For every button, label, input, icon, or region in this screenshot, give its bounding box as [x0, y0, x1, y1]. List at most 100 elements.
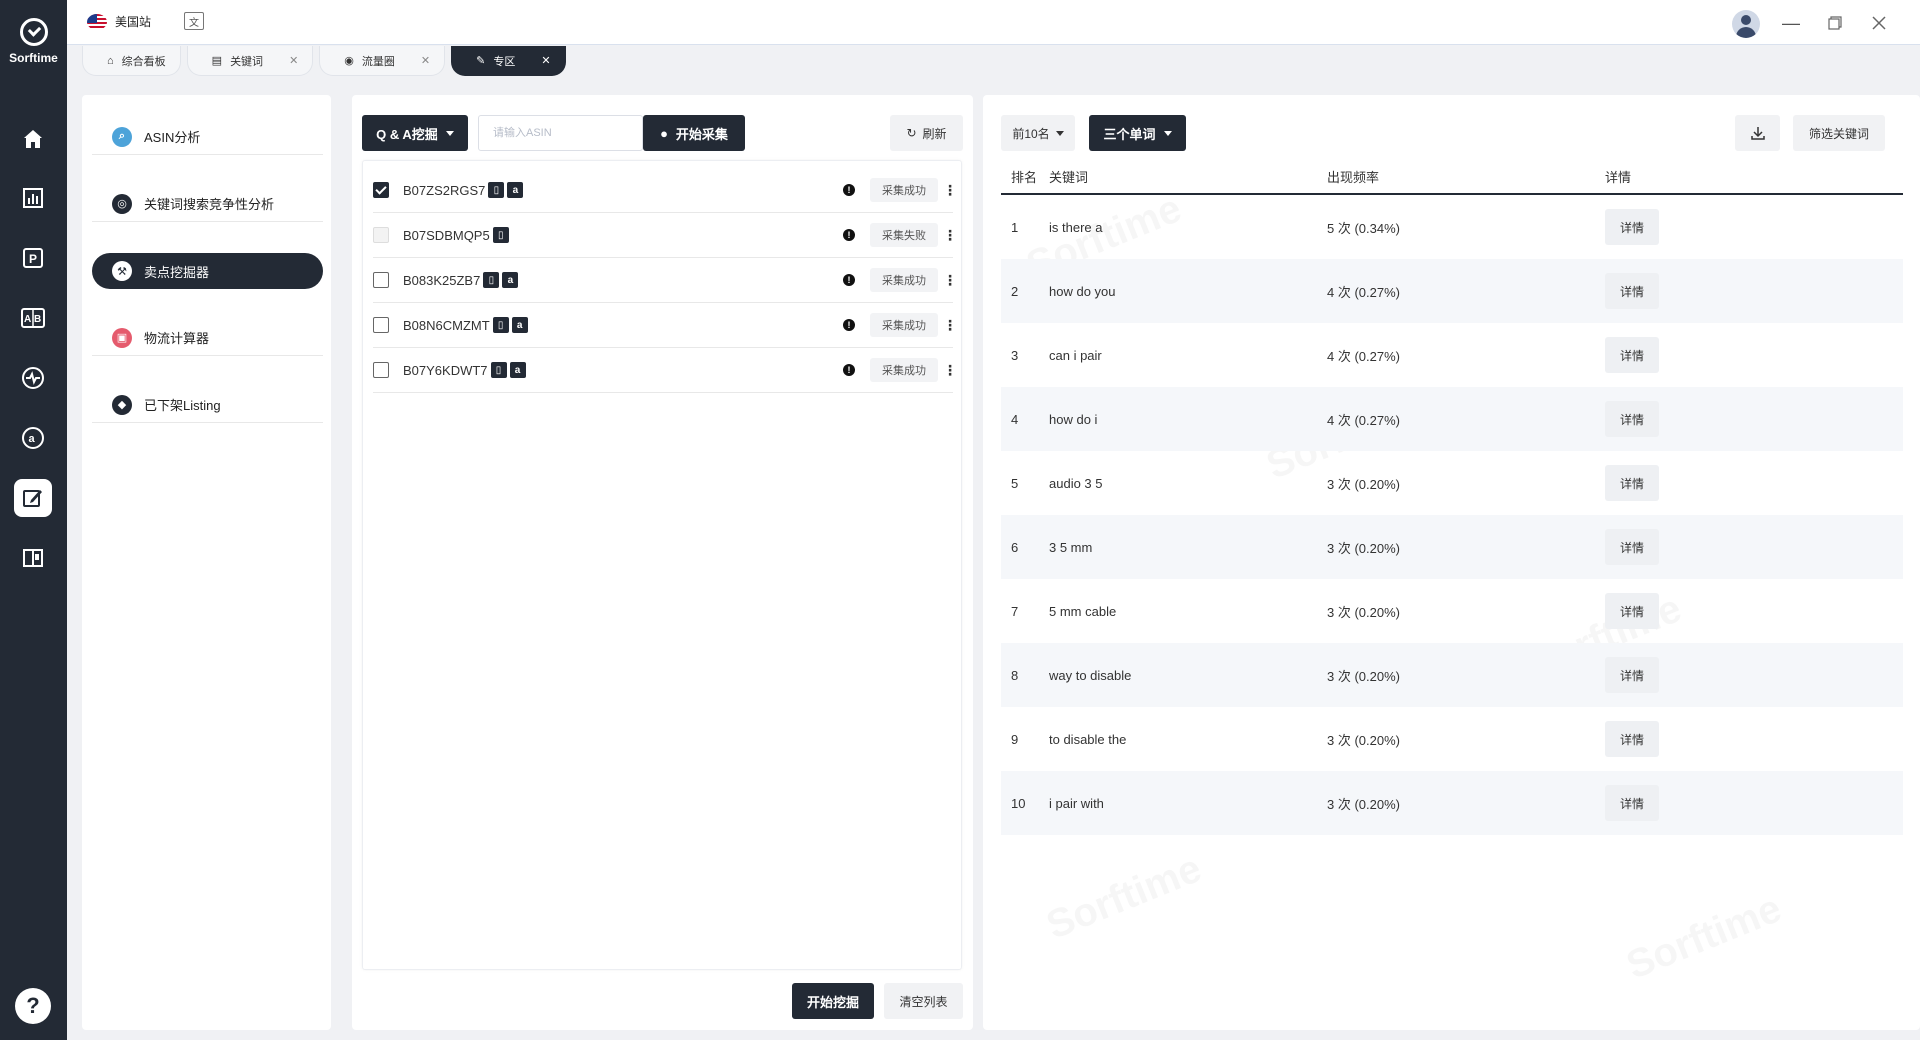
amazon-icon[interactable]: a [502, 272, 519, 288]
nav-p[interactable]: P [14, 239, 52, 277]
svg-text:B: B [34, 314, 41, 325]
detail-button[interactable]: 详情 [1605, 401, 1659, 437]
more-icon[interactable]: ⋮ [943, 317, 957, 334]
phone-icon[interactable]: ▯ [492, 317, 509, 333]
cell-frequency: 4 次 (0.27%) [1327, 284, 1400, 300]
status-badge: 采集成功 [870, 313, 938, 337]
list-item[interactable]: B07SDBMQP5 ▯ ! 采集失败 ⋮ [373, 213, 957, 258]
alert-icon[interactable]: ! [843, 184, 855, 196]
phone-icon[interactable]: ▯ [483, 272, 500, 288]
nav-statistics[interactable] [14, 179, 52, 217]
more-icon[interactable]: ⋮ [943, 362, 957, 379]
amazon-icon: a [22, 427, 44, 449]
user-avatar[interactable] [1732, 10, 1760, 38]
tab-dashboard[interactable]: ⌂ 综合看板 [82, 46, 181, 76]
tab-label: 流量圈 [361, 55, 395, 68]
list-item[interactable]: B07ZS2RGS7 ▯ a ! 采集成功 ⋮ [373, 168, 957, 213]
mode-select[interactable]: Q & A挖掘 [362, 115, 468, 151]
word-count-select[interactable]: 三个单词 [1089, 115, 1186, 151]
download-button[interactable] [1735, 115, 1780, 151]
alert-icon[interactable]: ! [843, 319, 855, 331]
alert-icon[interactable]: ! [843, 229, 855, 241]
detail-button[interactable]: 详情 [1605, 657, 1659, 693]
nav-ab-test[interactable]: AB [14, 299, 52, 337]
close-tab-icon[interactable]: ✕ [421, 54, 430, 67]
table-row: 7 5 mm cable 3 次 (0.20%) 详情 [1001, 579, 1903, 643]
row-checkbox[interactable] [373, 362, 389, 378]
minimize-icon[interactable]: — [1778, 10, 1804, 36]
amazon-icon[interactable]: a [509, 362, 526, 378]
cell-rank: 9 [1011, 731, 1019, 747]
table-row: 10 i pair with 3 次 (0.20%) 详情 [1001, 771, 1903, 835]
menu-item-selling-point-miner[interactable]: ⚒ 卖点挖掘器 [92, 253, 323, 289]
row-checkbox[interactable] [373, 317, 389, 333]
detail-button[interactable]: 详情 [1605, 273, 1659, 309]
more-icon[interactable]: ⋮ [943, 182, 957, 199]
nav-book[interactable] [14, 539, 52, 577]
cell-keyword: is there a [1049, 219, 1103, 235]
nav-edit[interactable] [14, 479, 52, 517]
table-row: 6 3 5 mm 3 次 (0.20%) 详情 [1001, 515, 1903, 579]
cell-keyword: can i pair [1049, 347, 1102, 363]
start-collect-button[interactable]: ● 开始采集 [643, 115, 745, 151]
phone-icon[interactable]: ▯ [488, 182, 505, 198]
menu-item-logistics-calculator[interactable]: ▣ 物流计算器 [92, 320, 323, 356]
list-item[interactable]: B083K25ZB7 ▯ a ! 采集成功 ⋮ [373, 258, 957, 303]
more-icon[interactable]: ⋮ [943, 272, 957, 289]
menu-item-keyword-competition[interactable]: ◎ 关键词搜索竞争性分析 [92, 186, 323, 222]
close-tab-icon[interactable]: ✕ [541, 54, 550, 67]
refresh-button[interactable]: ↻ 刷新 [890, 115, 963, 151]
asin-collection-panel: Q & A挖掘 ● 开始采集 ↻ 刷新 B07ZS2RGS7 ▯ a ! 采集成… [352, 95, 973, 1030]
phone-icon[interactable]: ▯ [490, 362, 507, 378]
help-button[interactable]: ? [15, 988, 51, 1024]
asin-code: B07Y6KDWT7 [403, 362, 488, 378]
menu-item-label: 卖点挖掘器 [144, 264, 210, 280]
close-tab-icon[interactable]: ✕ [289, 54, 298, 67]
brand-name: Sorftime [9, 51, 58, 65]
nav-pulse[interactable] [14, 359, 52, 397]
close-window-icon[interactable] [1866, 10, 1892, 36]
detail-button[interactable]: 详情 [1605, 721, 1659, 757]
start-mining-button[interactable]: 开始挖掘 [792, 983, 874, 1019]
more-icon[interactable]: ⋮ [943, 227, 957, 244]
menu-item-asin-analysis[interactable]: ⌕ ASIN分析 [92, 119, 323, 155]
tab-special[interactable]: ✎ 专区 ✕ [451, 46, 566, 76]
asin-code: B083K25ZB7 [403, 272, 481, 288]
list-item[interactable]: B08N6CMZMT ▯ a ! 采集成功 ⋮ [373, 303, 957, 348]
alert-icon[interactable]: ! [843, 274, 855, 286]
download-icon [1750, 127, 1765, 140]
menu-item-delisted-listing[interactable]: ◆ 已下架Listing [92, 387, 323, 423]
tab-keywords[interactable]: ▤ 关键词 ✕ [186, 46, 314, 76]
translate-icon[interactable]: 文 [184, 12, 204, 30]
amazon-icon[interactable]: a [511, 317, 528, 333]
detail-button[interactable]: 详情 [1605, 209, 1659, 245]
list-item[interactable]: B07Y6KDWT7 ▯ a ! 采集成功 ⋮ [373, 348, 957, 393]
brand-logo[interactable]: Sorftime [0, 18, 67, 65]
header-rank: 排名 [1011, 170, 1038, 185]
nav-home[interactable] [14, 120, 52, 158]
detail-button[interactable]: 详情 [1605, 529, 1659, 565]
amazon-icon[interactable]: a [507, 182, 524, 198]
detail-button[interactable]: 详情 [1605, 465, 1659, 501]
detail-button[interactable]: 详情 [1605, 785, 1659, 821]
row-checkbox[interactable] [373, 272, 389, 288]
row-checkbox[interactable] [373, 182, 389, 198]
detail-button[interactable]: 详情 [1605, 593, 1659, 629]
asin-input[interactable] [478, 115, 643, 151]
site-selector[interactable]: 美国站 [87, 13, 151, 30]
watermark: Sorftime [1620, 886, 1787, 989]
filter-keywords-button[interactable]: 筛选关键词 [1793, 115, 1885, 151]
detail-button[interactable]: 详情 [1605, 337, 1659, 373]
phone-icon[interactable]: ▯ [492, 227, 509, 243]
tab-traffic[interactable]: ◉ 流量圈 ✕ [319, 46, 446, 76]
search-icon: ⌕ [112, 126, 132, 147]
clear-list-button[interactable]: 清空列表 [884, 983, 963, 1019]
top-bar: 美国站 文 — [67, 0, 1920, 45]
restore-icon[interactable] [1822, 10, 1848, 36]
cell-keyword: way to disable [1049, 667, 1132, 683]
alert-icon[interactable]: ! [843, 364, 855, 376]
nav-amazon[interactable]: a [14, 419, 52, 457]
magnifier-icon: ◎ [112, 193, 132, 214]
top-n-select[interactable]: 前10名 [1001, 115, 1075, 151]
asin-code: B08N6CMZMT [403, 317, 490, 333]
